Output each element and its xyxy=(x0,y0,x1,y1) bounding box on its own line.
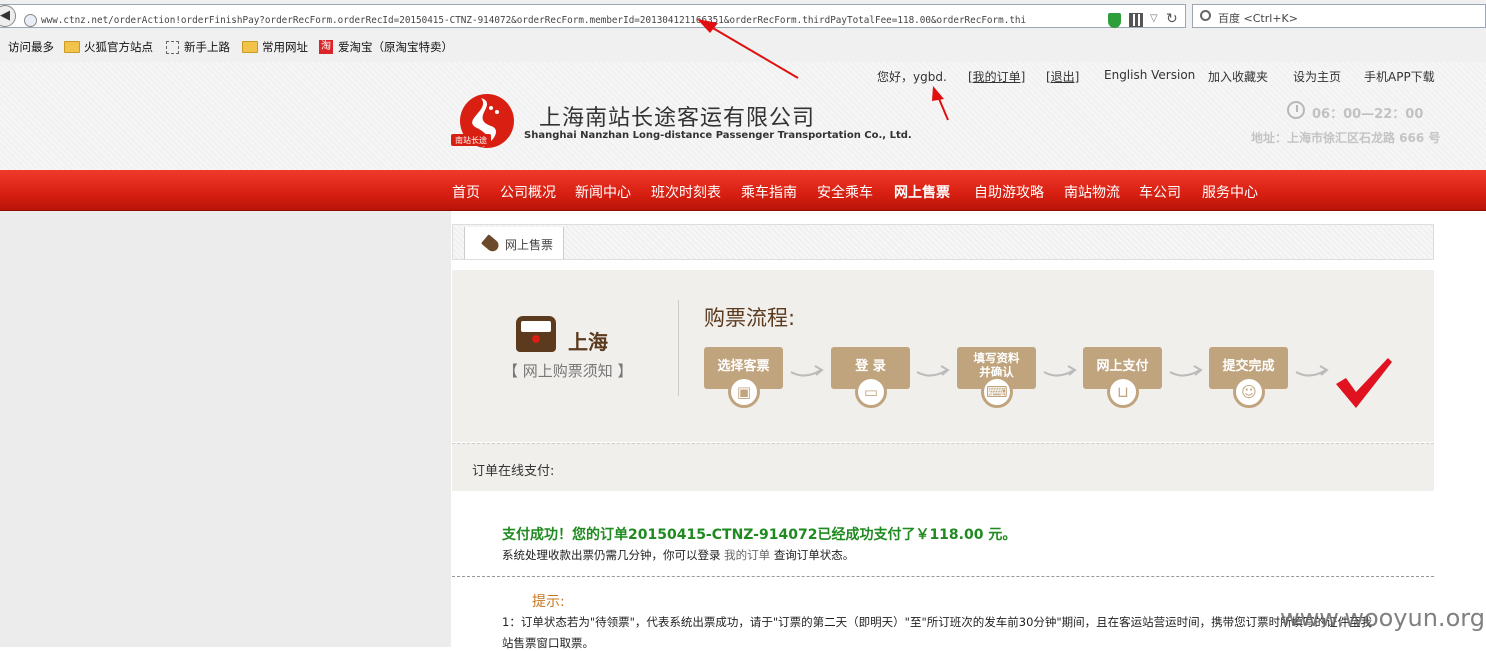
nav-service[interactable]: 服务中心 xyxy=(1202,182,1258,202)
company-logo[interactable]: 南站长途 xyxy=(451,92,517,154)
arrow-icon xyxy=(1295,365,1329,377)
divider xyxy=(452,576,1434,577)
nav-home[interactable]: 首页 xyxy=(452,182,480,202)
set-homepage-link[interactable]: 设为主页 xyxy=(1293,68,1341,85)
search-placeholder: 百度 <Ctrl+K> xyxy=(1218,12,1298,25)
nav-news[interactable]: 新闻中心 xyxy=(575,182,631,202)
site-header: 您好，ygbd. [我的订单] [退出] English Version 加入收… xyxy=(0,62,1486,170)
smile-icon: ☺ xyxy=(1233,376,1265,408)
note-text: 查询订单状态。 xyxy=(773,548,855,562)
bookmark-label: 火狐官方站点 xyxy=(84,40,153,54)
arrow-icon xyxy=(1043,365,1077,377)
company-name: 上海南站长途客运有限公司 xyxy=(539,106,816,131)
step-select-ticket: 选择客票 ▣ xyxy=(704,347,783,408)
step-label: 登 录 xyxy=(855,359,886,374)
system-processing-note: 系统处理收款出票仍需几分钟，你可以登录 我的订单 查询订单状态。 xyxy=(502,547,854,563)
watermark: www.wooyun.org xyxy=(1280,604,1485,632)
bookmark-common-sites[interactable]: 常用网址 xyxy=(242,39,308,55)
search-icon xyxy=(1200,10,1211,21)
dropdown-arrow-icon[interactable]: ▽ xyxy=(1150,13,1158,24)
url-text[interactable]: www.ctnz.net/orderAction!orderFinishPay?… xyxy=(41,15,1101,29)
step-label: 填写资料 并确认 xyxy=(957,347,1036,379)
note-text: 系统处理收款出票仍需几分钟，你可以登录 xyxy=(502,548,721,562)
mobile-app-link[interactable]: 手机APP下载 xyxy=(1364,68,1435,85)
step-label: 选择客票 xyxy=(717,359,770,374)
nav-safety[interactable]: 安全乘车 xyxy=(817,182,873,202)
folder-icon xyxy=(242,41,258,53)
bookmarks-bar: 访问最多 火狐官方站点 新手上路 常用网址 淘爱淘宝（原淘宝特卖） xyxy=(0,35,1486,59)
divider xyxy=(678,300,679,396)
english-version-link[interactable]: English Version xyxy=(1104,68,1195,82)
tip-text-continued: 站售票窗口取票。 xyxy=(502,636,594,650)
tip-title: 提示: xyxy=(532,594,565,610)
bookmark-taobao[interactable]: 淘爱淘宝（原淘宝特卖） xyxy=(319,39,453,55)
bookmark-label: 访问最多 xyxy=(8,40,54,54)
bus-icon: ▣ xyxy=(728,376,760,408)
step-label-line: 填写资料 xyxy=(973,351,1020,365)
step-label: 提交完成 xyxy=(1222,359,1275,374)
shield-icon[interactable] xyxy=(1108,13,1121,28)
success-message: 支付成功！您的订单20150415-CTNZ-914072已经成功支付了￥118… xyxy=(502,527,1017,543)
my-orders-inline-link[interactable]: 我的订单 xyxy=(724,548,770,562)
nav-guide[interactable]: 乘车指南 xyxy=(741,182,797,202)
bookmark-label: 常用网址 xyxy=(262,40,308,54)
opening-hours: 06：00—22：00 xyxy=(1312,107,1424,122)
flow-title: 购票流程: xyxy=(704,306,796,330)
cart-icon: ⊔ xyxy=(1107,376,1139,408)
nav-travel-guide[interactable]: 自助游攻略 xyxy=(974,182,1044,202)
step-login: 登 录 ▭ xyxy=(831,347,910,408)
main-nav: 首页 公司概况 新闻中心 班次时刻表 乘车指南 安全乘车 网上售票 自助游攻略 … xyxy=(0,170,1486,211)
bookmark-label: 爱淘宝（原淘宝特卖） xyxy=(338,40,453,54)
bookmark-label: 新手上路 xyxy=(184,40,230,54)
nav-online-tickets[interactable]: 网上售票 xyxy=(894,182,950,202)
breadcrumb-label: 网上售票 xyxy=(505,238,554,252)
company-name-en: Shanghai Nanzhan Long-distance Passenger… xyxy=(524,130,912,141)
add-favorite-link[interactable]: 加入收藏夹 xyxy=(1208,68,1268,85)
nav-bus-company[interactable]: 车公司 xyxy=(1139,182,1181,202)
arrow-icon xyxy=(790,365,824,377)
address-bar[interactable]: www.ctnz.net/orderAction!orderFinishPay?… xyxy=(0,4,1186,28)
monitor-icon: ▭ xyxy=(855,376,887,408)
bus-icon xyxy=(516,316,556,352)
payment-section-header: 订单在线支付: xyxy=(452,443,1434,491)
step-online-payment: 网上支付 ⊔ xyxy=(1083,347,1162,408)
search-box[interactable]: 百度 <Ctrl+K> xyxy=(1192,4,1486,28)
company-address: 地址：上海市徐汇区石龙路 666 号 xyxy=(1251,131,1441,145)
browser-chrome: www.ctnz.net/orderAction!orderFinishPay?… xyxy=(0,0,1486,62)
tip-text: 1：订单状态若为"待领票"，代表系统出票成功，请于"订票的第二天（即明天）"至"… xyxy=(502,615,1373,629)
my-orders-link[interactable]: [我的订单] xyxy=(968,68,1025,85)
nav-logistics[interactable]: 南站物流 xyxy=(1064,182,1120,202)
ticket-notice-link[interactable]: 【 网上购票须知 】 xyxy=(503,360,633,381)
greeting: 您好，ygbd. xyxy=(877,70,947,84)
reload-icon[interactable]: ↻ xyxy=(1166,11,1178,27)
taobao-icon: 淘 xyxy=(319,40,333,54)
qr-code-icon[interactable] xyxy=(1129,13,1143,27)
nav-timetable[interactable]: 班次时刻表 xyxy=(651,182,721,202)
bookmark-firefox-site[interactable]: 火狐官方站点 xyxy=(64,39,153,55)
city-name: 上海 xyxy=(568,330,608,354)
step-fill-info: 填写资料 并确认 ⌨ xyxy=(957,347,1036,408)
dashed-box-icon xyxy=(166,40,179,54)
clock-icon xyxy=(1287,101,1305,119)
keyboard-icon: ⌨ xyxy=(981,376,1013,408)
nav-company[interactable]: 公司概况 xyxy=(500,182,556,202)
checkmark-icon xyxy=(1336,358,1392,408)
left-margin xyxy=(0,211,451,647)
payment-section-title: 订单在线支付: xyxy=(472,464,555,479)
tag-icon xyxy=(481,234,501,254)
bookmark-getting-started[interactable]: 新手上路 xyxy=(166,39,230,55)
logout-link[interactable]: [退出] xyxy=(1046,68,1079,85)
arrow-icon xyxy=(1169,365,1203,377)
breadcrumb-tab[interactable]: 网上售票 xyxy=(464,227,564,259)
bookmark-most-visited[interactable]: 访问最多 xyxy=(8,39,54,55)
globe-icon xyxy=(24,14,37,27)
folder-icon xyxy=(64,41,80,53)
purchase-flow: 上海 【 网上购票须知 】 购票流程: 选择客票 ▣ 登 录 ▭ 填写资料 并确认… xyxy=(452,270,1434,442)
step-complete: 提交完成 ☺ xyxy=(1209,347,1288,408)
logo-text: 南站长途 xyxy=(455,135,487,145)
arrow-icon xyxy=(916,365,950,377)
step-label: 网上支付 xyxy=(1096,359,1149,374)
breadcrumb: 网上售票 xyxy=(452,224,1434,260)
